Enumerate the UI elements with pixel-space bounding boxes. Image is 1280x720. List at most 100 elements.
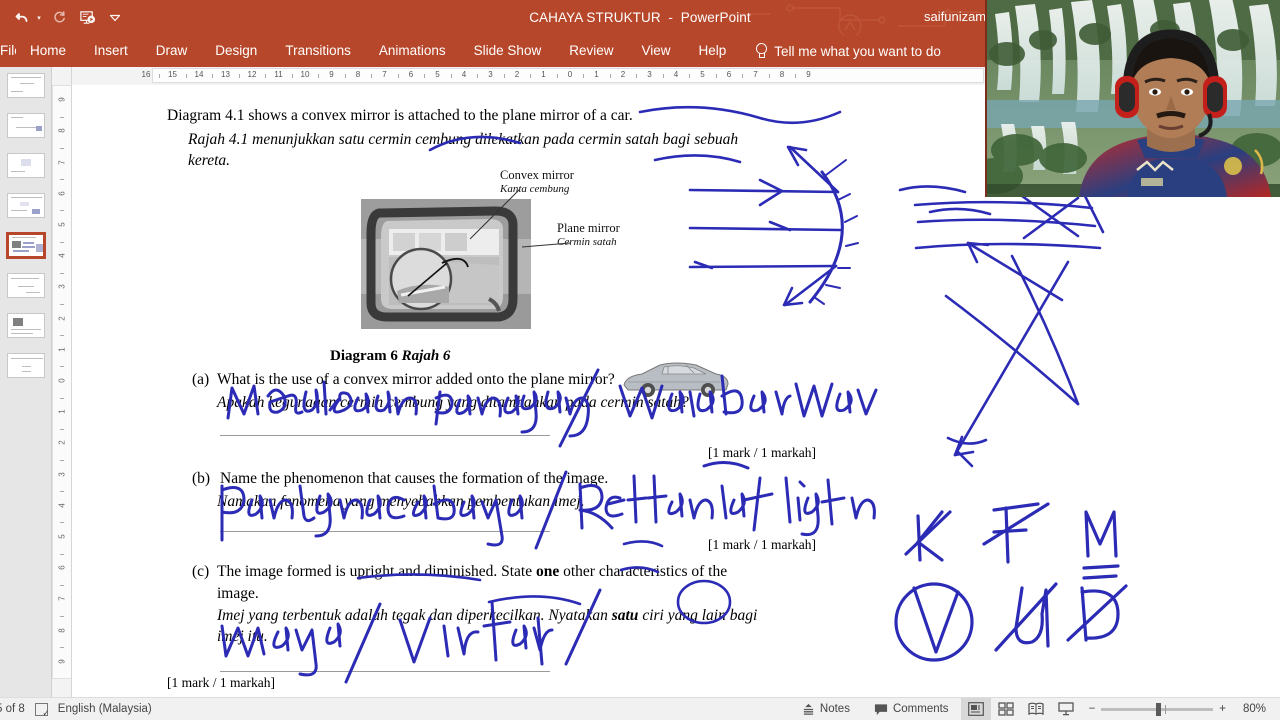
slide-number-indicator[interactable]: 5 of 8 [0, 703, 25, 715]
ruler-tick-label: 5 [57, 534, 67, 539]
tab-help[interactable]: Help [685, 35, 741, 67]
zoom-slider-midpoint [1165, 704, 1167, 714]
ruler-tick [60, 148, 64, 149]
ruler-tick [60, 335, 64, 337]
zoom-slider-thumb[interactable] [1156, 702, 1162, 716]
ruler-tick [60, 553, 64, 555]
tab-design[interactable]: Design [201, 35, 271, 67]
zoom-in-button[interactable]: + [1219, 703, 1226, 715]
tell-me-search[interactable]: Tell me what you want to do [754, 43, 941, 59]
ruler-tick-label: 5 [435, 70, 440, 79]
ruler-tick [60, 116, 64, 118]
ruler-tick-label: 5 [57, 222, 67, 227]
ruler-tick [60, 241, 64, 243]
slide-thumbnail-7[interactable] [6, 313, 45, 338]
slide-thumbnail-3[interactable] [6, 153, 45, 178]
question-c-malay-line2: imej itu. [217, 628, 268, 645]
ruler-tick [60, 460, 64, 461]
question-c-ms-part1: Imej yang terbentuk adalah tegak dan dip… [217, 607, 612, 624]
question-c-english-line2: image. [217, 585, 259, 602]
slide-thumbnail-5[interactable] [5, 232, 46, 259]
ruler-tick [60, 616, 64, 617]
slide-thumbnail-8[interactable] [6, 353, 45, 378]
diagram-caption: Diagram 6 Rajah 6 [330, 348, 450, 365]
ruler-tick [371, 74, 373, 78]
slide-canvas[interactable]: Diagram 4.1 shows a convex mirror is att… [72, 85, 990, 697]
diagram-caption-ms: Rajah 6 [401, 348, 451, 364]
ruler-tick-label: 4 [57, 503, 67, 508]
question-a-marker: (a) [192, 371, 210, 388]
normal-view-icon [967, 702, 984, 716]
ruler-tick-label: 10 [300, 70, 310, 79]
ruler-tick [238, 74, 240, 78]
intro-text-english: Diagram 4.1 shows a convex mirror is att… [167, 107, 633, 124]
tab-transitions[interactable]: Transitions [271, 35, 365, 67]
zoom-percentage[interactable]: 80% [1232, 703, 1266, 715]
zoom-out-button[interactable]: − [1089, 703, 1096, 715]
ruler-tick [159, 74, 161, 78]
ruler-tick-label: 11 [274, 70, 283, 79]
ruler-tick-label: 13 [221, 70, 230, 79]
ruler-tick-label: 1 [57, 347, 67, 352]
slide-sorter-view-button[interactable] [991, 698, 1021, 720]
webcam-overlay[interactable] [985, 0, 1280, 197]
ruler-tick-label: 16 [141, 70, 151, 79]
notes-button[interactable]: Notes [790, 698, 862, 720]
question-c-en-part1: The image formed is upright and diminish… [217, 563, 536, 580]
slide-show-view-button[interactable] [1051, 698, 1081, 720]
tab-home[interactable]: Home [16, 35, 80, 67]
notes-icon [803, 703, 814, 715]
ruler-tick [60, 428, 64, 430]
ruler-tick [477, 74, 479, 78]
slide-thumbnail-panel[interactable] [0, 67, 52, 697]
tab-view[interactable]: View [627, 35, 684, 67]
comments-icon [874, 703, 888, 715]
ruler-tick-label: 15 [168, 70, 177, 79]
question-c-english-line1: The image formed is upright and diminish… [217, 563, 857, 581]
tab-draw[interactable]: Draw [142, 35, 202, 67]
slide-thumbnail-2[interactable] [6, 113, 45, 138]
question-a-malay: Apakah kegunaaan cermin cembung yang dit… [217, 394, 689, 411]
lightbulb-icon [754, 43, 768, 59]
ruler-tick [344, 74, 346, 78]
ruler-tick-label: 3 [57, 471, 67, 477]
reading-view-button[interactable] [1021, 698, 1051, 720]
slide-thumbnail-6[interactable] [6, 273, 45, 298]
intro-text-malay-line2: kereta. [188, 152, 231, 169]
tab-slide-show[interactable]: Slide Show [460, 35, 556, 67]
tab-file[interactable]: File [0, 35, 16, 67]
ruler-tick [662, 74, 664, 78]
ruler-tick [556, 74, 558, 78]
zoom-slider[interactable] [1101, 702, 1214, 716]
ruler-tick-label: 1 [57, 409, 67, 414]
ruler-tick-label: 6 [57, 191, 67, 196]
notes-label: Notes [819, 703, 850, 715]
question-b-marks: [1 mark / 1 markah] [708, 537, 816, 552]
app-name: PowerPoint [680, 10, 751, 25]
reading-view-icon [1027, 702, 1044, 716]
tab-animations[interactable]: Animations [365, 35, 460, 67]
comments-button[interactable]: Comments [862, 698, 961, 720]
slide-thumbnail-1[interactable] [6, 73, 45, 98]
ruler-tick-label: 1 [594, 70, 599, 79]
ruler-tick-label: 6 [408, 70, 414, 79]
ruler-tick-label: 3 [647, 70, 652, 79]
ruler-tick-label: 4 [461, 70, 467, 79]
answer-line-a[interactable] [220, 435, 550, 436]
ruler-tick [450, 74, 452, 78]
answer-line-c[interactable] [220, 671, 550, 672]
vertical-ruler[interactable]: 9 8 7 6 5 4 3 2 1 0 1 2 3 4 5 6 7 8 9 [52, 67, 72, 697]
tab-insert[interactable]: Insert [80, 35, 142, 67]
slide-thumbnail-4[interactable] [6, 193, 45, 218]
normal-view-button[interactable] [960, 697, 991, 720]
spell-check-icon[interactable] [34, 702, 50, 719]
slide-show-icon [1057, 702, 1074, 716]
ruler-tick [715, 74, 717, 78]
tell-me-label: Tell me what you want to do [774, 43, 941, 59]
ruler-tick-label: 9 [57, 97, 67, 102]
question-c-ms-part2: ciri yang lain bagi [638, 607, 758, 624]
tab-review[interactable]: Review [555, 35, 627, 67]
label-leader-lines [407, 188, 571, 297]
language-indicator[interactable]: English (Malaysia) [58, 703, 152, 715]
answer-line-b[interactable] [220, 531, 550, 532]
